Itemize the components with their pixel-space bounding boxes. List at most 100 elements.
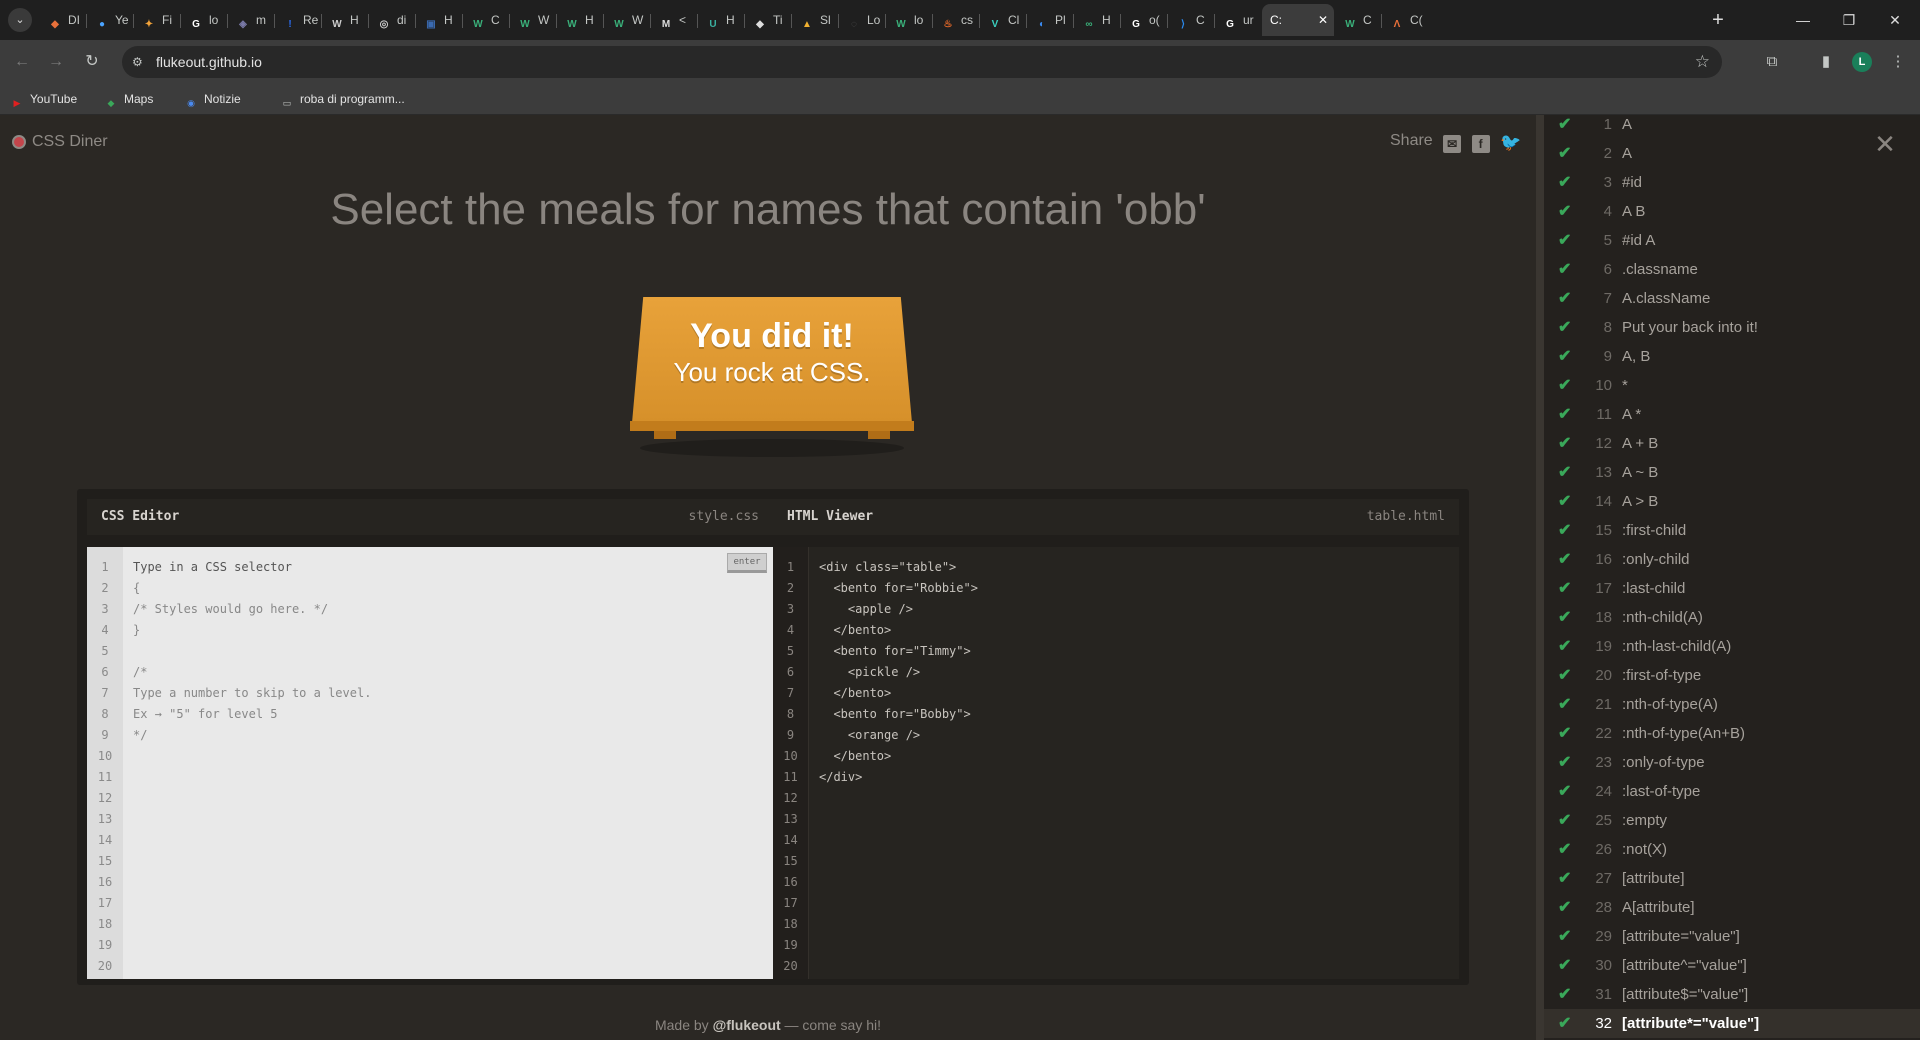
level-item[interactable]: ✔ 6 .classname	[1544, 255, 1920, 284]
browser-tab[interactable]: ◆ Ti	[745, 4, 791, 36]
line-number: 12	[783, 791, 798, 805]
browser-tab[interactable]: V Cl	[980, 4, 1026, 36]
tab-title: C:	[1270, 13, 1282, 27]
browser-tab[interactable]: WH	[557, 4, 603, 36]
browser-tab[interactable]: Glo	[181, 4, 227, 36]
browser-tab[interactable]: ◐ Pl	[1027, 4, 1073, 36]
browser-tab[interactable]: ♨ cs	[933, 4, 979, 36]
browser-tab[interactable]: WW	[604, 4, 650, 36]
browser-tab[interactable]: Gur	[1215, 4, 1261, 36]
level-item[interactable]: ✔ 32 [attribute*="value"]	[1544, 1009, 1920, 1038]
level-item[interactable]: ✔ 30 [attribute^="value"]	[1544, 951, 1920, 980]
tab-search-button[interactable]: ⌄	[8, 8, 32, 32]
css-selector-input[interactable]: Type in a CSS selector {/* Styles would g…	[133, 557, 371, 746]
reload-button[interactable]: ↻	[80, 50, 104, 74]
enter-button[interactable]: enter	[727, 553, 767, 573]
level-item[interactable]: ✔ 8 Put your back into it!	[1544, 313, 1920, 342]
level-item[interactable]: ✔ 26:not(X)	[1544, 835, 1920, 864]
level-item[interactable]: ✔ 18:nth-child(A)	[1544, 603, 1920, 632]
forward-button[interactable]: →	[44, 50, 68, 74]
bookmark-item[interactable]: ▶ YouTube	[10, 84, 78, 114]
checkmark-icon: ✔	[1558, 1015, 1572, 1032]
browser-tab[interactable]: Wlo	[886, 4, 932, 36]
browser-tab[interactable]: ∞ H	[1074, 4, 1120, 36]
level-item[interactable]: ✔ 9 A, B	[1544, 342, 1920, 371]
level-item[interactable]: ✔ 11 A *	[1544, 400, 1920, 429]
level-item[interactable]: ✔ 3 #id	[1544, 168, 1920, 197]
browser-menu-icon[interactable]: ⋮	[1886, 50, 1910, 74]
browser-tab[interactable]: Λ C(	[1382, 4, 1428, 36]
address-bar[interactable]: ⚙ flukeout.github.io ☆	[122, 46, 1722, 78]
bookmark-star-icon[interactable]: ☆	[1695, 46, 1710, 78]
email-icon[interactable]: ✉	[1443, 135, 1462, 153]
level-item[interactable]: ✔ 31 [attribute$="value"]	[1544, 980, 1920, 1009]
url-text[interactable]: flukeout.github.io	[156, 46, 262, 78]
profile-avatar[interactable]: L	[1852, 52, 1872, 72]
browser-tab[interactable]: ◆ DI	[40, 4, 86, 36]
level-item[interactable]: ✔ 21:nth-of-type(A)	[1544, 690, 1920, 719]
browser-tab[interactable]: ✦ Fi	[134, 4, 180, 36]
browser-tab[interactable]: ◎ di	[369, 4, 415, 36]
tab-title: di	[397, 13, 407, 27]
level-item[interactable]: ✔ 25:empty	[1544, 806, 1920, 835]
level-item[interactable]: ✔ 16:only-child	[1544, 545, 1920, 574]
browser-tab[interactable]: WW	[510, 4, 556, 36]
tab-close-icon[interactable]: ✕	[1318, 4, 1328, 36]
bookmark-item[interactable]: ▭ roba di programm...	[280, 84, 405, 114]
level-item[interactable]: ✔ 10 *	[1544, 371, 1920, 400]
level-item[interactable]: ✔ 14 A > B	[1544, 487, 1920, 516]
site-info-icon[interactable]: ⚙	[132, 54, 148, 70]
level-item[interactable]: ✔ 24:last-of-type	[1544, 777, 1920, 806]
twitter-icon[interactable]: 🐦	[1500, 134, 1521, 152]
new-tab-button[interactable]: +	[1704, 4, 1732, 36]
browser-tab[interactable]: ● Ye	[87, 4, 133, 36]
bookmark-item[interactable]: ◉ Notizie	[184, 84, 241, 114]
minimize-button[interactable]: —	[1780, 0, 1826, 40]
browser-tab[interactable]: C: ✕	[1262, 4, 1334, 36]
level-item[interactable]: ✔ 15:first-child	[1544, 516, 1920, 545]
browser-tab[interactable]: Go(	[1121, 4, 1167, 36]
level-item[interactable]: ✔ 12 A + B	[1544, 429, 1920, 458]
level-item[interactable]: ✔ 4 A B	[1544, 197, 1920, 226]
level-item[interactable]: ✔ 5 #id A	[1544, 226, 1920, 255]
browser-tab[interactable]: ◈ m	[228, 4, 274, 36]
line-number: 18	[97, 917, 113, 931]
level-item[interactable]: ✔ 20:first-of-type	[1544, 661, 1920, 690]
window-close-button[interactable]: ✕	[1872, 0, 1918, 40]
level-item[interactable]: ✔ 13 A ~ B	[1544, 458, 1920, 487]
level-item[interactable]: ✔ 22:nth-of-type(An+B)	[1544, 719, 1920, 748]
restore-button[interactable]: ❐	[1826, 0, 1872, 40]
browser-tab[interactable]: ▣ H	[416, 4, 462, 36]
browser-tab[interactable]: ⟩ C	[1168, 4, 1214, 36]
tab-favicon-icon: ●	[98, 19, 106, 30]
level-name: .classname	[1622, 261, 1698, 278]
level-item[interactable]: ✔ 7 A.className	[1544, 284, 1920, 313]
level-item[interactable]: ✔ 17:last-child	[1544, 574, 1920, 603]
level-item[interactable]: ✔ 2 A	[1544, 139, 1920, 168]
html-markup[interactable]: <div class="table"> <bento for="Robbie">…	[819, 557, 978, 788]
browser-tab[interactable]: WC	[1335, 4, 1381, 36]
browser-tab[interactable]: ◌ Lo	[839, 4, 885, 36]
tab-favicon-icon: ◎	[379, 19, 389, 30]
browser-tab[interactable]: WC	[463, 4, 509, 36]
level-item[interactable]: ✔ 27 [attribute]	[1544, 864, 1920, 893]
level-item[interactable]: ✔ 29 [attribute="value"]	[1544, 922, 1920, 951]
site-logo[interactable]: CSS Diner	[12, 133, 108, 151]
back-button[interactable]: ←	[10, 50, 34, 74]
browser-tab[interactable]: M <	[651, 4, 697, 36]
browser-tab[interactable]: ! Re	[275, 4, 321, 36]
css-editor[interactable]: 1 2 3 4 5 6 7 8 9 10 11 12 13 14 15 16 17 18 19 20 Type in …	[87, 547, 773, 979]
side-panel-icon[interactable]: ▮	[1814, 50, 1838, 74]
bookmark-item[interactable]: ◆ Maps	[104, 84, 154, 114]
close-icon[interactable]: ✕	[1872, 131, 1898, 157]
level-item[interactable]: ✔ 1 A	[1544, 115, 1920, 139]
facebook-icon[interactable]: f	[1471, 135, 1490, 153]
level-item[interactable]: ✔ 23:only-of-type	[1544, 748, 1920, 777]
author-link[interactable]: @flukeout	[713, 1017, 781, 1033]
browser-tab[interactable]: UH	[698, 4, 744, 36]
extensions-icon[interactable]: ⧉	[1760, 50, 1784, 74]
level-item[interactable]: ✔ 28 A[attribute]	[1544, 893, 1920, 922]
level-item[interactable]: ✔ 19:nth-last-child(A)	[1544, 632, 1920, 661]
browser-tab[interactable]: ▲ Sl	[792, 4, 838, 36]
browser-tab[interactable]: WH	[322, 4, 368, 36]
